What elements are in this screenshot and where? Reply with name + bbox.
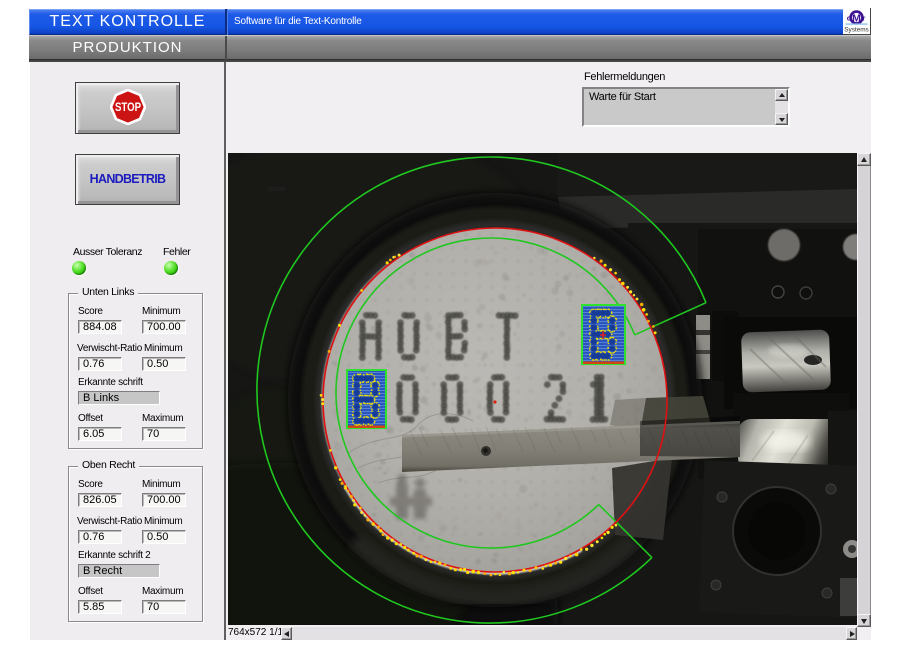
svg-text:M: M xyxy=(852,12,861,24)
svg-text:r: r xyxy=(863,14,866,23)
svg-text:www: www xyxy=(267,184,286,193)
svg-text:STOP: STOP xyxy=(115,101,141,114)
svg-text:c: c xyxy=(847,14,851,23)
svg-text:Systems: Systems xyxy=(844,27,869,34)
